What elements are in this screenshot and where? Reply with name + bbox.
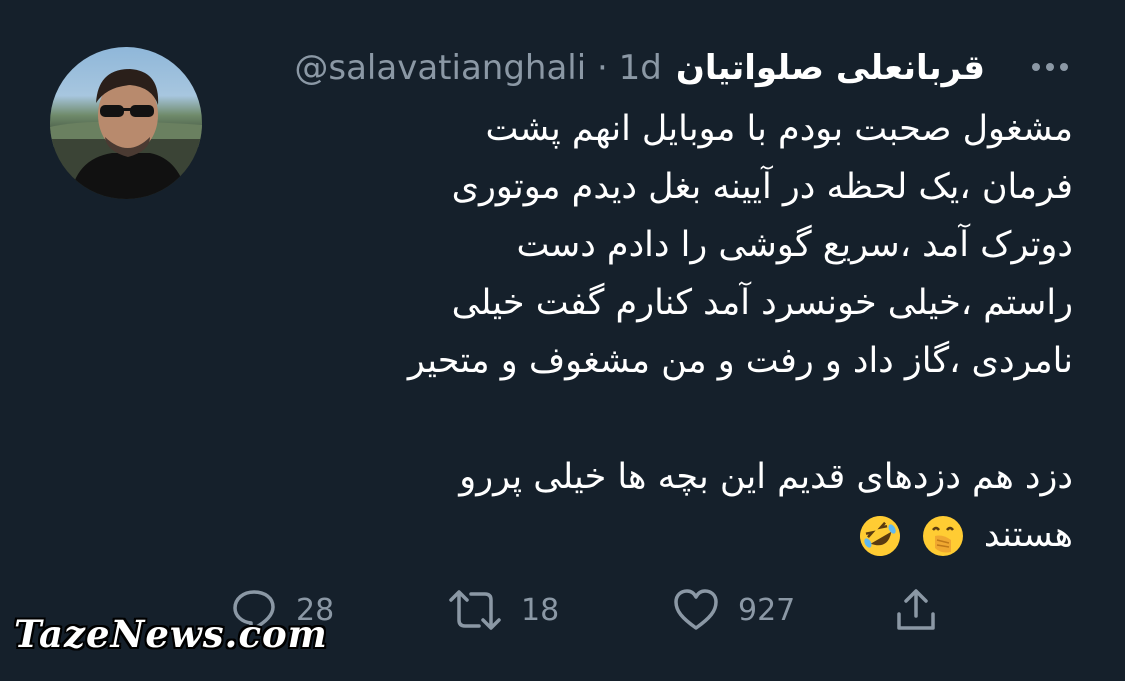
tweet-time[interactable]: 1d: [619, 48, 662, 88]
display-name[interactable]: قربانعلی صلواتیان: [676, 48, 985, 88]
more-button[interactable]: [1026, 48, 1074, 86]
share-button[interactable]: [892, 580, 940, 640]
like-count: 927: [738, 592, 796, 628]
tweet-line: نامردی ،گاز داد و رفت و من مشغوف و متحیر: [407, 341, 1073, 381]
retweet-count: 18: [521, 592, 560, 628]
tweet-last-line: هستند: [273, 506, 1073, 564]
rolling-on-floor-laughing-emoji: [859, 516, 900, 556]
tweet-line: دزد هم دزدهای قدیم این بچه ها خیلی پررو: [459, 457, 1073, 497]
more-icon: [1032, 63, 1068, 71]
tweet-text: مشغول صحبت بودم با موبایل انهم پشت فرمان…: [273, 100, 1073, 564]
share-icon: [897, 589, 935, 630]
face-with-hand-over-mouth-emoji: [922, 516, 963, 556]
meta-separator: ·: [597, 48, 608, 88]
tweet-line: مشغول صحبت بودم با موبایل انهم پشت: [485, 109, 1073, 149]
avatar[interactable]: [50, 47, 202, 199]
tweet-line: هستند: [983, 515, 1073, 555]
tweet-meta: @salavatianghali · 1d: [294, 48, 661, 88]
heart-icon: [674, 589, 718, 630]
tweet-line: فرمان ،یک لحظه در آیینه بغل دیدم موتوری: [451, 167, 1073, 207]
retweet-icon: [449, 590, 501, 630]
like-button[interactable]: 927: [672, 580, 795, 640]
tweet-line: دوترک آمد ،سریع گوشی را دادم دست: [516, 225, 1073, 265]
tweet-header: @salavatianghali · 1d قربانعلی صلواتیان: [294, 40, 985, 96]
avatar-photo: [50, 69, 202, 199]
tweet-line: راستم ،خیلی خونسرد آمد کنارم گفت خیلی: [451, 283, 1073, 323]
user-handle[interactable]: @salavatianghali: [294, 48, 586, 88]
watermark: TazeNews.com: [14, 612, 328, 656]
retweet-button[interactable]: 18: [447, 580, 559, 640]
